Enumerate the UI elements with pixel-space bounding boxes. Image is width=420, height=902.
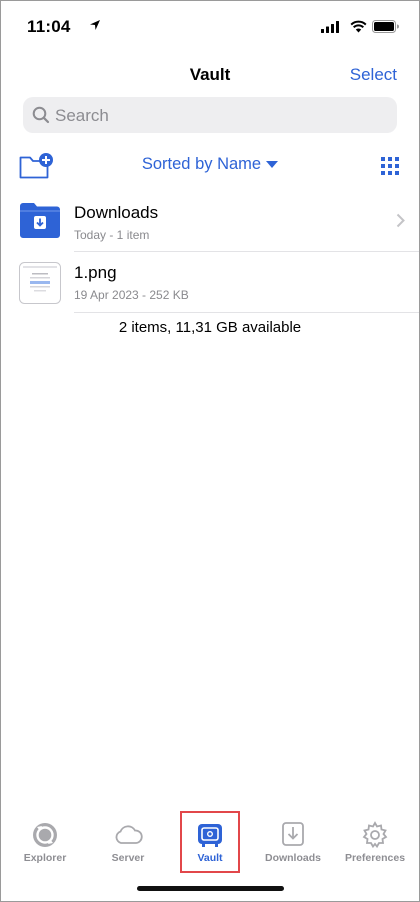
sort-dropdown[interactable]: Sorted by Name — [1, 155, 419, 174]
grid-view-icon[interactable] — [381, 157, 399, 175]
location-arrow-icon — [90, 20, 100, 30]
tab-preferences[interactable]: Preferences — [335, 813, 415, 864]
file-list: Downloads Today - 1 item 1.png 19 Apr 20… — [1, 191, 419, 313]
caret-down-icon — [266, 161, 279, 169]
status-time: 11:04 — [27, 17, 71, 36]
cloud-icon — [115, 825, 143, 844]
file-meta: Today - 1 item — [74, 228, 150, 242]
battery-icon — [372, 20, 399, 33]
navigation-bar: Vault Select — [1, 55, 419, 95]
list-item-1png[interactable]: 1.png 19 Apr 2023 - 252 KB — [1, 251, 419, 311]
wifi-icon — [350, 20, 367, 33]
image-thumbnail — [19, 262, 61, 304]
tab-server[interactable]: Server — [88, 813, 168, 864]
search-bar[interactable] — [23, 97, 397, 135]
folder-download-icon — [20, 203, 60, 238]
tab-label: Preferences — [344, 852, 406, 864]
vault-icon — [198, 824, 222, 847]
app-window: 11:04 Vault Select Search Sorted by Name… — [0, 0, 420, 902]
status-bar: 11:04 — [1, 1, 419, 55]
storage-summary: 2 items, 11,31 GB available — [118, 319, 302, 336]
gear-icon — [362, 821, 388, 849]
tab-label: Vault — [197, 852, 223, 864]
explorer-icon — [33, 823, 57, 847]
home-indicator — [137, 886, 284, 891]
file-meta: 19 Apr 2023 - 252 KB — [74, 288, 189, 302]
sort-label: Sorted by Name — [141, 155, 262, 173]
search-icon — [32, 106, 50, 124]
select-button[interactable]: Select — [350, 65, 397, 85]
download-icon — [282, 822, 304, 846]
cellular-signal-icon — [321, 21, 339, 33]
list-toolbar: Sorted by Name — [1, 149, 419, 183]
tab-label: Server — [111, 852, 145, 864]
tab-downloads[interactable]: Downloads — [253, 813, 333, 864]
tab-label: Explorer — [23, 852, 67, 864]
tab-explorer[interactable]: Explorer — [5, 813, 85, 864]
row-divider — [74, 312, 419, 313]
list-item-downloads[interactable]: Downloads Today - 1 item — [1, 191, 419, 251]
file-name: Downloads — [74, 203, 159, 222]
tab-vault[interactable]: Vault — [180, 811, 240, 873]
tab-bar: Explorer Server Vault Downloads Preferen… — [1, 811, 419, 873]
tab-label: Downloads — [264, 852, 321, 864]
file-name: 1.png — [74, 263, 117, 282]
chevron-right-icon — [396, 213, 405, 228]
search-input[interactable] — [53, 97, 387, 135]
